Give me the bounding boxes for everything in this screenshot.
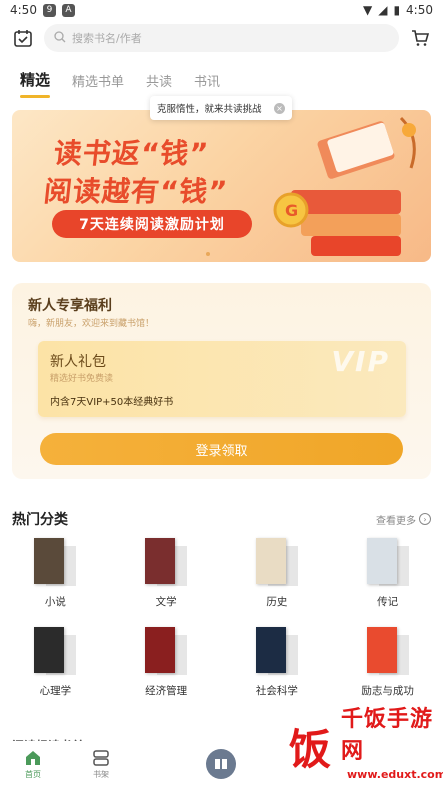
- battery-icon: ▮: [393, 3, 401, 17]
- tab-news[interactable]: 书讯: [194, 71, 220, 98]
- book-front: [366, 627, 397, 673]
- category-label: 历史: [266, 596, 288, 608]
- coread-tooltip[interactable]: 克服惰性，就来共读挑战 ×: [150, 96, 292, 120]
- book-front: [366, 538, 397, 584]
- category-label: 经济管理: [145, 685, 188, 697]
- category-biography[interactable]: 传记: [332, 538, 443, 609]
- books-illustration: G: [273, 116, 416, 256]
- notification-badge: 9: [42, 3, 56, 17]
- book-cover-icon: [145, 627, 188, 677]
- category-economics[interactable]: 经济管理: [111, 627, 222, 698]
- category-history[interactable]: 历史: [222, 538, 333, 609]
- category-grid: 小说 文学 历史 传记 心理学 经济管理 社会科学 励志与成功: [0, 538, 443, 698]
- new-user-title: 新人专享福利: [28, 298, 112, 314]
- book-front: [34, 538, 65, 584]
- nav-shelf-label: 书架: [93, 769, 109, 779]
- category-label: 文学: [155, 596, 177, 608]
- book-cover-icon: [366, 538, 409, 588]
- gift-pack-card[interactable]: VIP 新人礼包 精选好书免费读 内含7天VIP+50本经典好书: [38, 341, 406, 417]
- new-user-card: 新人专享福利 嗨，新朋友，欢迎来到藏书馆！ VIP 新人礼包 精选好书免费读 内…: [12, 283, 431, 479]
- category-label: 心理学: [39, 685, 72, 697]
- nav-shelf[interactable]: 书架: [92, 749, 110, 780]
- top-bar: 搜索书名/作者: [0, 22, 443, 54]
- book-cover-icon: [34, 538, 77, 588]
- book-cover-icon: [255, 627, 298, 677]
- book-front: [255, 538, 286, 584]
- nav-home[interactable]: 首页: [24, 749, 42, 780]
- section-title: 热门分类: [12, 512, 68, 528]
- category-label: 传记: [377, 596, 399, 608]
- tab-booklists[interactable]: 精选书单: [72, 71, 124, 98]
- gift-subtitle: 精选好书免费读: [50, 374, 114, 384]
- book-cover-icon: [366, 627, 409, 677]
- chevron-right-icon: ›: [419, 513, 431, 525]
- category-label: 社会科学: [255, 685, 298, 697]
- banner-headline: 读书返“钱”: [52, 137, 211, 170]
- gift-description: 内含7天VIP+50本经典好书: [50, 397, 174, 408]
- status-time: 4:50: [10, 3, 37, 17]
- tab-featured[interactable]: 精选: [20, 69, 51, 98]
- book-cover-icon: [255, 538, 298, 588]
- category-success[interactable]: 励志与成功: [332, 627, 443, 698]
- banner-campaign-label: 7天连续阅读激励计划: [52, 210, 252, 238]
- vip-watermark: VIP: [331, 345, 390, 378]
- new-user-subtitle: 嗨，新朋友，欢迎来到藏书馆！: [28, 319, 155, 329]
- book-front: [255, 627, 286, 673]
- book-front: [34, 627, 65, 673]
- banner-subheadline: 阅读越有“钱”: [42, 175, 230, 208]
- bookshelf-icon: [93, 749, 109, 766]
- signal-icon: ◢: [378, 3, 388, 17]
- site-watermark: 饭 千饭手游网 www.eduxt.com: [243, 707, 443, 787]
- category-novel[interactable]: 小说: [0, 538, 111, 609]
- book-cover-icon: [145, 538, 188, 588]
- open-book-icon: [215, 759, 227, 769]
- svg-text:G: G: [285, 201, 298, 220]
- login-claim-button[interactable]: 登录领取: [40, 433, 403, 465]
- search-placeholder: 搜索书名/作者: [72, 32, 142, 45]
- watermark-text: 千饭手游网: [341, 707, 434, 764]
- gift-title: 新人礼包: [50, 354, 106, 370]
- close-icon[interactable]: ×: [274, 102, 285, 114]
- category-psychology[interactable]: 心理学: [0, 627, 111, 698]
- book-front: [145, 627, 176, 673]
- promo-banner[interactable]: 读书返“钱” 阅读越有“钱” 7天连续阅读激励计划 G: [12, 110, 431, 262]
- hot-categories-header: 热门分类 查看更多 ›: [12, 509, 431, 529]
- clock-text: 4:50: [406, 3, 433, 17]
- book-cover-icon: [34, 627, 77, 677]
- nav-home-label: 首页: [25, 769, 41, 779]
- calendar-icon[interactable]: [12, 27, 34, 49]
- category-social-science[interactable]: 社会科学: [222, 627, 333, 698]
- home-icon: [26, 750, 40, 765]
- cart-icon[interactable]: [409, 27, 431, 49]
- tab-bar: 精选 精选书单 共读 书讯: [20, 66, 220, 98]
- tooltip-text: 克服惰性，就来共读挑战: [157, 104, 262, 115]
- watermark-url: www.eduxt.com: [347, 768, 443, 781]
- watermark-logo-char: 饭: [289, 725, 332, 774]
- category-label: 励志与成功: [361, 685, 414, 697]
- notification-badge: A: [61, 3, 75, 17]
- search-input[interactable]: 搜索书名/作者: [44, 24, 399, 52]
- carousel-indicator: [206, 252, 210, 256]
- wifi-icon: ▼: [362, 3, 373, 17]
- see-more-label: 查看更多: [376, 515, 416, 527]
- see-more-link[interactable]: 查看更多 ›: [376, 512, 431, 527]
- search-icon: [54, 30, 66, 46]
- category-label: 小说: [44, 596, 66, 608]
- book-front: [145, 538, 176, 584]
- tab-coread[interactable]: 共读: [146, 71, 172, 98]
- reading-fab[interactable]: [206, 749, 236, 779]
- category-literature[interactable]: 文学: [111, 538, 222, 609]
- status-bar: 4:50 9 A ▼ ◢ ▮ 4:50: [0, 0, 443, 20]
